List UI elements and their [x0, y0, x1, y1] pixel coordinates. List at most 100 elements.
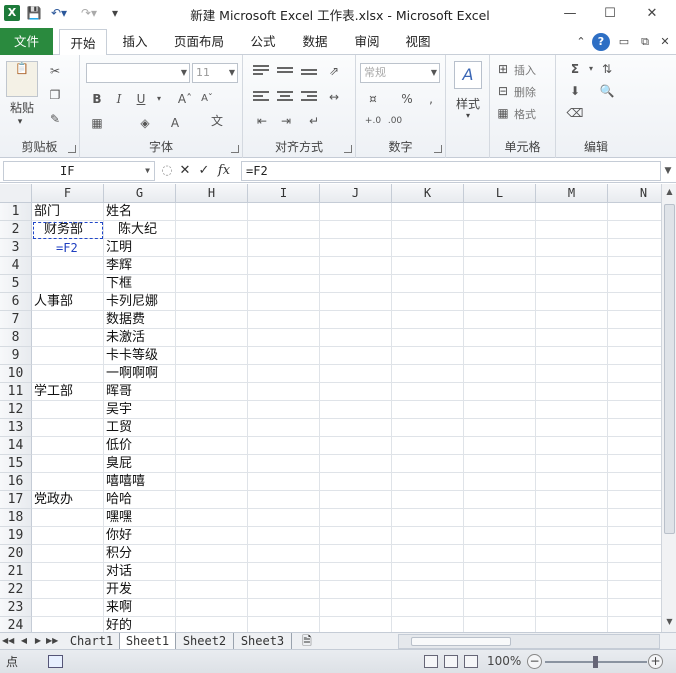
- row-header-6[interactable]: 6: [0, 293, 32, 311]
- zoom-out-icon[interactable]: −: [527, 654, 542, 669]
- row-header-15[interactable]: 15: [0, 455, 32, 473]
- horizontal-scrollbar[interactable]: [398, 634, 660, 649]
- cell-f3[interactable]: =F2: [54, 239, 78, 257]
- expand-formula-bar-icon[interactable]: ▼: [662, 163, 674, 179]
- format-painter-icon[interactable]: ✎: [46, 111, 64, 127]
- tab-data[interactable]: 数据: [297, 28, 333, 55]
- row-header-14[interactable]: 14: [0, 437, 32, 455]
- column-header-n[interactable]: N: [608, 184, 661, 203]
- currency-icon[interactable]: ¤: [364, 91, 382, 107]
- cell-g19[interactable]: 你好: [104, 527, 132, 545]
- cell-g24[interactable]: 好的: [104, 617, 132, 632]
- zoom-slider-knob[interactable]: [593, 656, 598, 668]
- tab-review[interactable]: 审阅: [349, 28, 385, 55]
- decrease-decimal-icon[interactable]: .00: [386, 113, 404, 129]
- row-header-16[interactable]: 16: [0, 473, 32, 491]
- row-header-3[interactable]: 3: [0, 239, 32, 257]
- sheet-tab-sheet2[interactable]: Sheet2: [176, 633, 234, 649]
- column-header-m[interactable]: M: [536, 184, 608, 203]
- tab-page-layout[interactable]: 页面布局: [168, 28, 230, 55]
- italic-button[interactable]: I: [110, 91, 128, 107]
- percent-icon[interactable]: %: [398, 91, 416, 107]
- font-launcher-icon[interactable]: [231, 145, 239, 153]
- cell-styles-icon[interactable]: A: [454, 61, 482, 89]
- select-all-corner[interactable]: [0, 184, 32, 203]
- row-header-2[interactable]: 2: [0, 221, 32, 239]
- merge-center-icon[interactable]: ↔: [325, 89, 343, 105]
- wrap-text-icon[interactable]: ↵: [305, 113, 323, 129]
- grow-font-icon[interactable]: Aˆ: [176, 91, 194, 107]
- row-header-9[interactable]: 9: [0, 347, 32, 365]
- worksheet-grid[interactable]: F G H I J K L M N 1 2 3 4 5 6 7 8 9 10 11 12 13 14 15 16 17 18 19 20…: [0, 184, 661, 632]
- row-header-4[interactable]: 4: [0, 257, 32, 275]
- copy-icon[interactable]: ❐: [46, 87, 64, 103]
- first-sheet-icon[interactable]: ◀◀: [2, 634, 14, 648]
- cell-f1[interactable]: 部门: [32, 203, 60, 221]
- find-select-icon[interactable]: 🔍: [598, 83, 616, 99]
- fill-color-icon[interactable]: ◈: [136, 115, 154, 131]
- cell-g8[interactable]: 未激活: [104, 329, 145, 347]
- row-header-21[interactable]: 21: [0, 563, 32, 581]
- workbook-minimize-icon[interactable]: ▭: [615, 33, 633, 51]
- zoom-in-icon[interactable]: +: [648, 654, 663, 669]
- row-header-18[interactable]: 18: [0, 509, 32, 527]
- cell-g10[interactable]: 一啊啊啊: [104, 365, 158, 383]
- row-header-11[interactable]: 11: [0, 383, 32, 401]
- paste-icon[interactable]: 📋: [6, 61, 38, 97]
- border-icon[interactable]: ▦: [88, 115, 106, 131]
- number-launcher-icon[interactable]: [434, 145, 442, 153]
- styles-button[interactable]: 样式: [446, 95, 490, 112]
- paste-button[interactable]: 粘贴: [6, 99, 38, 116]
- help-icon[interactable]: ?: [592, 33, 610, 51]
- phonetic-icon[interactable]: 文: [206, 113, 228, 129]
- cell-g13[interactable]: 工贸: [104, 419, 132, 437]
- row-header-23[interactable]: 23: [0, 599, 32, 617]
- increase-indent-icon[interactable]: ⇥: [277, 113, 295, 129]
- row-header-19[interactable]: 19: [0, 527, 32, 545]
- vertical-scrollbar[interactable]: ▲ ▼: [661, 184, 676, 632]
- cell-g1[interactable]: 姓名: [104, 203, 132, 221]
- font-color-icon[interactable]: A: [166, 115, 184, 131]
- next-sheet-icon[interactable]: ▶: [32, 634, 44, 648]
- cell-g17[interactable]: 哈哈: [104, 491, 132, 509]
- cell-f17[interactable]: 党政办: [32, 491, 73, 509]
- cell-f11[interactable]: 学工部: [32, 383, 73, 401]
- cell-g22[interactable]: 开发: [104, 581, 132, 599]
- column-header-k[interactable]: K: [392, 184, 464, 203]
- page-break-view-icon[interactable]: [464, 655, 478, 668]
- format-cells-icon[interactable]: ▦: [494, 105, 512, 121]
- cell-g23[interactable]: 来啊: [104, 599, 132, 617]
- align-top-icon[interactable]: [253, 65, 269, 77]
- fill-icon[interactable]: ⬇: [566, 83, 584, 99]
- decrease-indent-icon[interactable]: ⇤: [253, 113, 271, 129]
- align-left-icon[interactable]: [253, 91, 269, 103]
- styles-dropdown-icon[interactable]: ▾: [446, 111, 490, 120]
- cell-g7[interactable]: 数据费: [104, 311, 145, 329]
- align-bottom-icon[interactable]: [301, 69, 317, 81]
- cancel-entry-icon[interactable]: ✕: [177, 162, 193, 180]
- row-header-22[interactable]: 22: [0, 581, 32, 599]
- shrink-font-icon[interactable]: Aˇ: [198, 91, 216, 107]
- customize-quick-access-icon[interactable]: ▾: [108, 5, 122, 21]
- sheet-tab-chart1[interactable]: Chart1: [64, 633, 120, 649]
- row-header-13[interactable]: 13: [0, 419, 32, 437]
- alignment-launcher-icon[interactable]: [344, 145, 352, 153]
- comma-icon[interactable]: ,: [422, 91, 440, 107]
- horizontal-scroll-thumb[interactable]: [411, 637, 511, 646]
- column-header-l[interactable]: L: [464, 184, 536, 203]
- redo-icon[interactable]: ↷▾: [78, 5, 100, 21]
- clear-icon[interactable]: ⌫: [566, 105, 584, 121]
- cell-g3[interactable]: 江明: [104, 239, 132, 257]
- name-box[interactable]: IF ▼: [3, 161, 155, 181]
- tab-formulas[interactable]: 公式: [245, 28, 281, 55]
- scroll-up-icon[interactable]: ▲: [662, 184, 676, 200]
- row-header-20[interactable]: 20: [0, 545, 32, 563]
- font-name-combo[interactable]: ▼: [86, 63, 190, 83]
- minimize-icon[interactable]: —: [550, 2, 590, 26]
- insert-cells-icon[interactable]: ⊞: [494, 61, 512, 77]
- cell-g11[interactable]: 晖哥: [104, 383, 132, 401]
- underline-button[interactable]: U: [132, 91, 150, 107]
- row-header-5[interactable]: 5: [0, 275, 32, 293]
- font-size-combo[interactable]: 11 ▼: [192, 63, 238, 83]
- cell-g6[interactable]: 卡列尼娜: [104, 293, 158, 311]
